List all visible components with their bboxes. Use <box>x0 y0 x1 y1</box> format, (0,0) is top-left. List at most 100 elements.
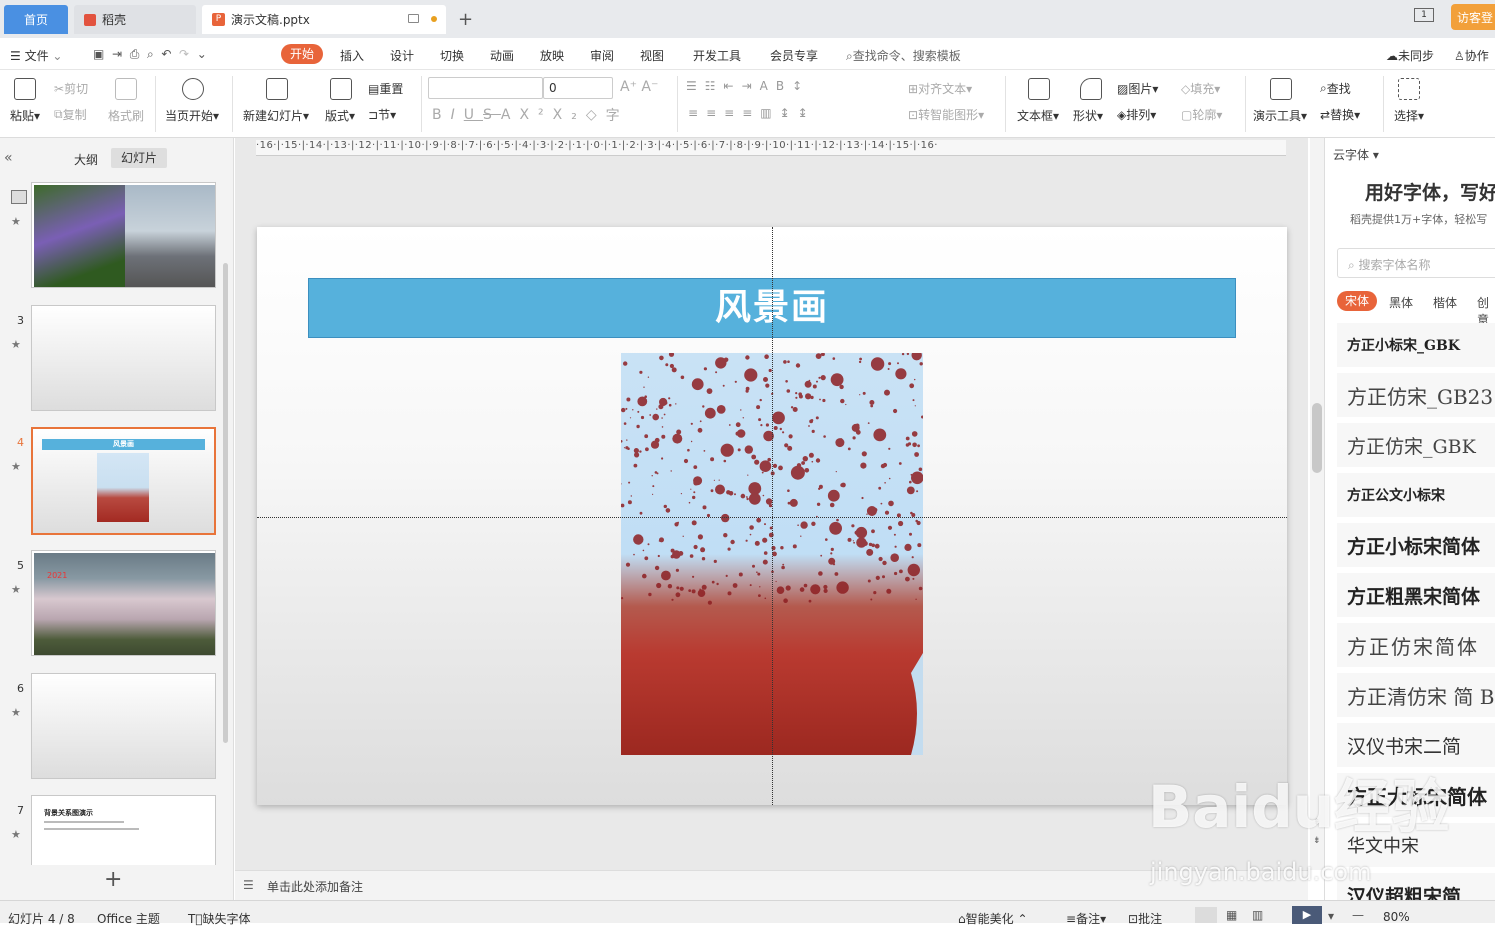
add-slide-plus-icon[interactable]: + <box>104 867 122 892</box>
visitor-login-button[interactable]: 访客登 <box>1451 4 1495 30</box>
reading-view-icon[interactable]: ▥ <box>1252 908 1263 922</box>
font-name-select[interactable] <box>428 77 543 99</box>
superscript-icon[interactable]: X² <box>519 107 552 123</box>
decrease-indent-icon[interactable]: ⇤ <box>724 79 742 93</box>
menu-tab-start[interactable]: 开始 <box>281 44 323 64</box>
paste-icon[interactable] <box>14 78 36 100</box>
textbox-button[interactable]: 文本框 ▾ <box>1017 107 1059 124</box>
convert-smartart-button[interactable]: ⊡ 转智能图形 ▾ <box>908 106 984 123</box>
phonetic-icon[interactable]: 字 <box>606 105 629 125</box>
align-right-icon[interactable]: ≡ <box>724 106 742 120</box>
italic-icon[interactable]: I <box>451 107 464 123</box>
fill-button[interactable]: ◇ 填充 ▾ <box>1181 80 1220 97</box>
textbox-icon[interactable] <box>1028 78 1050 100</box>
tab-outline[interactable]: 大纲 <box>74 151 98 168</box>
tab-home[interactable]: 首页 <box>4 5 68 34</box>
line-spacing-icon[interactable]: ↨ <box>780 106 798 120</box>
shape-icon[interactable] <box>1080 78 1102 100</box>
layout-icon[interactable] <box>330 78 352 100</box>
font-item[interactable]: 方正粗黑宋简体 <box>1337 573 1495 617</box>
undo-icon[interactable]: ↶ <box>161 47 171 61</box>
export-icon[interactable]: ⇥ <box>112 47 122 61</box>
arrange-button[interactable]: ◈ 排列 ▾ <box>1117 106 1156 123</box>
category-kaiti[interactable]: 楷体 <box>1433 294 1457 311</box>
increase-indent-icon[interactable]: ⇥ <box>742 79 760 93</box>
strikethrough-icon[interactable]: S <box>483 107 501 123</box>
scroll-thumb[interactable] <box>1312 403 1322 473</box>
slide-thumbnail-3[interactable] <box>31 305 216 411</box>
shape-button[interactable]: 形状 ▾ <box>1073 107 1103 124</box>
format-painter-icon[interactable] <box>115 78 137 100</box>
slide-thumbnail-2[interactable] <box>31 182 216 288</box>
align-left-icon[interactable]: ≡ <box>688 106 706 120</box>
slide-thumbnail-7[interactable]: 背景关系图演示 <box>31 795 216 865</box>
vertical-guide-line[interactable] <box>772 227 773 805</box>
play-slideshow-icon[interactable]: ▶ <box>1292 906 1322 924</box>
cloud-font-header[interactable]: 云字体 ▾ <box>1333 146 1379 163</box>
format-painter-button[interactable]: 格式刷 <box>108 107 144 124</box>
missing-font-button[interactable]: T⃞缺失字体 <box>188 910 251 927</box>
font-item[interactable]: 方正仿宋简体 <box>1337 623 1495 667</box>
new-slide-button[interactable]: 新建幻灯片 ▾ <box>243 107 309 124</box>
bullet-list-icon[interactable]: ☰ <box>686 79 705 93</box>
tab-slides[interactable]: 幻灯片 <box>111 148 167 168</box>
font-item[interactable]: 方正小标宋_GBK <box>1337 323 1495 367</box>
layout-button[interactable]: 版式 ▾ <box>325 107 355 124</box>
thumbnail-scrollbar[interactable] <box>223 263 228 743</box>
line-sort-icon[interactable]: ↕ <box>792 79 810 93</box>
font-search-input[interactable]: ⌕ 搜索字体名称 <box>1337 248 1495 278</box>
category-heiti[interactable]: 黑体 <box>1389 294 1413 311</box>
select-button[interactable]: 选择 ▾ <box>1394 107 1424 124</box>
slide-thumbnail-6[interactable] <box>31 673 216 779</box>
align-center-icon[interactable]: ≡ <box>706 106 724 120</box>
zoom-level[interactable]: 80% <box>1383 910 1410 924</box>
find-button[interactable]: ⌕ 查找 <box>1320 80 1351 97</box>
number-list-icon[interactable]: ☷ <box>705 79 724 93</box>
normal-view-icon[interactable] <box>1195 907 1217 923</box>
sorter-view-icon[interactable]: ▦ <box>1226 908 1237 922</box>
reset-button[interactable]: ▤ 重置 <box>368 80 403 97</box>
zoom-out-icon[interactable]: — <box>1352 908 1364 922</box>
font-item[interactable]: 方正公文小标宋 <box>1337 473 1495 517</box>
play-from-current-icon[interactable] <box>182 78 204 100</box>
play-from-current-button[interactable]: 当页开始 ▾ <box>165 107 219 124</box>
collab-button[interactable]: ♙协作 <box>1454 47 1489 64</box>
copy-button[interactable]: ⧉ 复制 <box>54 106 87 123</box>
bold-icon[interactable]: B <box>432 107 451 123</box>
select-icon[interactable] <box>1398 78 1420 100</box>
theme-name[interactable]: Office 主题 <box>97 910 160 927</box>
menu-tab-animation[interactable]: 动画 <box>490 47 514 64</box>
cut-button[interactable]: ✂ 剪切 <box>54 80 88 97</box>
replace-button[interactable]: ⇄ 替换 ▾ <box>1320 106 1360 123</box>
category-songti[interactable]: 宋体 <box>1337 291 1377 311</box>
window-count-icon[interactable]: 1 <box>1414 8 1434 22</box>
menu-tab-design[interactable]: 设计 <box>390 47 414 64</box>
save-icon[interactable]: ▣ <box>93 47 104 61</box>
outline-button[interactable]: ▢ 轮廓 ▾ <box>1181 106 1222 123</box>
notes-bar[interactable]: ☰ 单击此处添加备注 <box>235 870 1308 900</box>
slide-thumbnail-4[interactable]: 风景画 <box>31 427 216 535</box>
notes-toggle-button[interactable]: ≡备注▾ <box>1066 910 1106 927</box>
command-search[interactable]: ⌕查找命令、搜索模板 <box>846 47 961 64</box>
paste-button[interactable]: 粘贴 ▾ <box>10 107 40 124</box>
font-item[interactable]: 方正小标宋简体 <box>1337 523 1495 567</box>
font-shrink-icon[interactable]: A⁻ <box>641 79 658 95</box>
menu-tab-developer[interactable]: 开发工具 <box>693 47 741 64</box>
collapse-panel-icon[interactable]: « <box>4 150 13 166</box>
slide-thumbnail-5[interactable]: 2021 <box>31 550 216 656</box>
sync-status[interactable]: ☁未同步 <box>1386 47 1434 64</box>
new-slide-icon[interactable] <box>266 78 288 100</box>
text-direction-icon[interactable]: AB <box>760 79 792 93</box>
section-button[interactable]: ⊐ 节 ▾ <box>368 106 396 123</box>
menu-tab-transition[interactable]: 切换 <box>440 47 464 64</box>
font-item[interactable]: 方正清仿宋 简 B <box>1337 673 1495 717</box>
font-grow-icon[interactable]: A⁺ <box>620 79 637 95</box>
distribute-icon[interactable]: ▥ <box>760 106 779 120</box>
customize-chevron-icon[interactable]: ⌄ <box>197 47 207 61</box>
clear-format-icon[interactable]: ◇ <box>586 107 606 123</box>
font-color-icon[interactable]: A <box>501 107 520 123</box>
menu-tab-insert[interactable]: 插入 <box>340 47 364 64</box>
redo-icon[interactable]: ↷ <box>179 47 189 61</box>
screen-icon[interactable] <box>408 14 419 23</box>
justify-icon[interactable]: ≡ <box>742 106 760 120</box>
